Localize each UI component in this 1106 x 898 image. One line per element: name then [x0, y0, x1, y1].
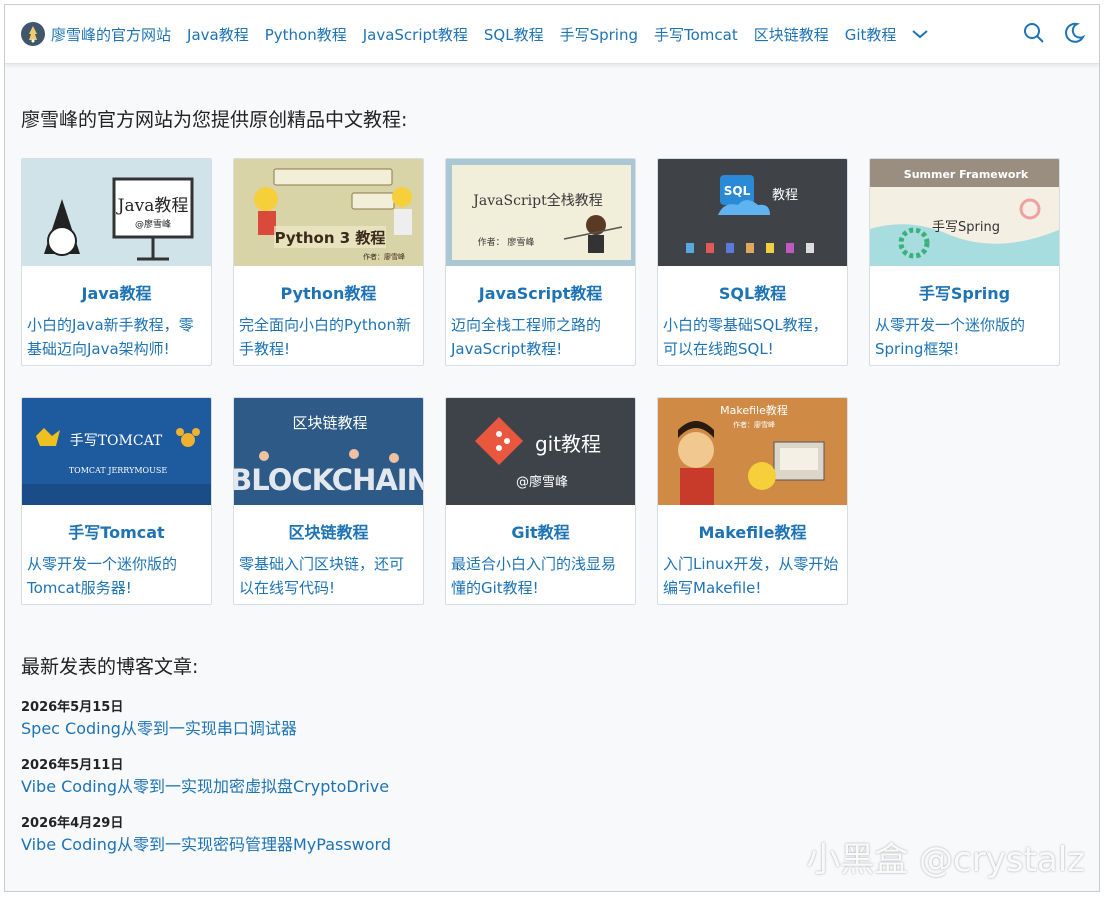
list-item: 2026年5月11日 Vibe Coding从零到一实现加密虚拟盘CryptoD… [21, 757, 391, 799]
spring-image-sub: Summer Framework [904, 168, 1029, 181]
nav-icons [1023, 22, 1086, 44]
intro-heading: 廖雪峰的官方网站为您提供原创精品中文教程: [21, 109, 408, 131]
post-date: 2026年5月11日 [21, 758, 124, 773]
course-image-blockchain: 区块链教程 BLOCKCHAIN [234, 398, 423, 505]
course-card-java[interactable]: Java教程 @廖雪峰 Java教程 小白的Java新手教程，零基础迈向Java… [21, 158, 212, 366]
python-image-title: Python 3 教程 [275, 229, 386, 247]
course-title: SQL教程 [718, 284, 787, 303]
top-navbar: 廖雪峰的官方网站 Java教程 Python教程 JavaScript教程 SQ… [5, 5, 1099, 64]
course-desc: 从零开发一个迷你版的Spring框架! [875, 316, 1026, 358]
course-desc: 零基础入门区块链，还可以在线写代码! [239, 555, 405, 597]
course-title: 手写Spring [918, 284, 1011, 303]
course-card-python[interactable]: Python 3 教程 作者：廖雪峰 Python教程 完全面向小白的Pytho… [233, 158, 424, 366]
course-desc: 迈向全栈工程师之路的JavaScript教程! [451, 316, 602, 358]
course-image-tomcat: 手写TOMCAT TOMCAT JERRYMOUSE [22, 398, 211, 505]
course-desc: 完全面向小白的Python新手教程! [239, 316, 411, 358]
site-logo-icon [21, 22, 45, 46]
blog-posts: 2026年5月15日 Spec Coding从零到一实现串口调试器 2026年5… [21, 699, 391, 873]
search-icon[interactable] [1023, 22, 1045, 44]
course-desc: 从零开发一个迷你版的Tomcat服务器! [27, 555, 178, 597]
chevron-down-icon[interactable] [910, 24, 930, 44]
watermark: 小黑盒 @crystalz [806, 840, 1085, 880]
course-card-sql[interactable]: SQL 教程 SQL教程 小白的零基础SQL教程，可以在线跑SQL! [657, 158, 848, 366]
post-date: 2026年5月15日 [21, 700, 124, 715]
browser-frame: 廖雪峰的官方网站 Java教程 Python教程 JavaScript教程 SQ… [4, 4, 1100, 892]
course-image-sql: SQL 教程 [658, 159, 847, 266]
nav-link-spring[interactable]: 手写Spring [560, 24, 638, 45]
course-image-git: git教程 @廖雪峰 [446, 398, 635, 505]
java-image-sub: @廖雪峰 [135, 218, 171, 230]
course-title: Java教程 [81, 284, 152, 303]
course-card-javascript[interactable]: JavaScript全栈教程 作者： 廖雪峰 JavaScript教程 迈向全栈… [445, 158, 636, 366]
course-image-javascript: JavaScript全栈教程 作者： 廖雪峰 [446, 159, 635, 266]
nav-link-sql[interactable]: SQL教程 [484, 24, 544, 45]
course-card-tomcat[interactable]: 手写TOMCAT TOMCAT JERRYMOUSE 手写Tomcat 从零开发… [21, 397, 212, 605]
course-desc: 入门Linux开发，从零开始编写Makefile! [663, 555, 839, 597]
blog-heading: 最新发表的博客文章: [21, 656, 199, 678]
post-link[interactable]: Spec Coding从零到一实现串口调试器 [21, 717, 391, 741]
spring-image-title: 手写Spring [932, 220, 1000, 235]
course-title: Python教程 [280, 284, 377, 303]
tomcat-image-sub: TOMCAT JERRYMOUSE [69, 466, 168, 475]
blockchain-image-word: BLOCKCHAIN [234, 463, 423, 497]
nav-link-java[interactable]: Java教程 [187, 24, 249, 45]
brand-link[interactable]: 廖雪峰的官方网站 [21, 22, 171, 46]
course-card-spring[interactable]: Summer Framework 手写Spring 手写Spring 从零开发一… [869, 158, 1060, 366]
course-desc: 小白的Java新手教程，零基础迈向Java架构师! [27, 316, 194, 358]
post-link[interactable]: Vibe Coding从零到一实现密码管理器MyPassword [21, 833, 391, 857]
makefile-image-sub: 作者：廖雪峰 [733, 420, 775, 429]
course-title: JavaScript教程 [478, 284, 603, 303]
course-desc: 最适合小白入门的浅显易懂的Git教程! [451, 555, 617, 597]
sql-image-title: 教程 [772, 187, 798, 203]
course-card-blockchain[interactable]: 区块链教程 BLOCKCHAIN 区块链教程 零基础入门区块链，还可以在线写代码… [233, 397, 424, 605]
course-image-makefile: Makefile教程 作者：廖雪峰 [658, 398, 847, 505]
nav-link-javascript[interactable]: JavaScript教程 [363, 24, 468, 45]
course-image-spring: Summer Framework 手写Spring [870, 159, 1059, 266]
git-image-title: git教程 [535, 432, 601, 456]
post-link[interactable]: Vibe Coding从零到一实现加密虚拟盘CryptoDrive [21, 775, 391, 799]
course-card-makefile[interactable]: Makefile教程 作者：廖雪峰 Makefile教程 入门Linux开发，从… [657, 397, 848, 605]
course-title: Makefile教程 [698, 523, 807, 542]
course-card-git[interactable]: git教程 @廖雪峰 Git教程 最适合小白入门的浅显易懂的Git教程! [445, 397, 636, 605]
brand-name: 廖雪峰的官方网站 [51, 25, 172, 44]
post-date: 2026年4月29日 [21, 816, 124, 831]
javascript-image-sub: 作者： 廖雪峰 [478, 236, 535, 248]
java-image-title: Java教程 [116, 196, 189, 216]
nav-links: Java教程 Python教程 JavaScript教程 SQL教程 手写Spr… [187, 24, 930, 45]
course-title: 区块链教程 [288, 523, 369, 542]
list-item: 2026年4月29日 Vibe Coding从零到一实现密码管理器MyPassw… [21, 815, 391, 857]
list-item: 2026年5月15日 Spec Coding从零到一实现串口调试器 [21, 699, 391, 741]
git-image-sub: @廖雪峰 [516, 474, 568, 490]
nav-link-git[interactable]: Git教程 [845, 24, 897, 45]
javascript-image-title: JavaScript全栈教程 [471, 192, 602, 209]
course-image-java: Java教程 @廖雪峰 [22, 159, 211, 266]
nav-link-tomcat[interactable]: 手写Tomcat [654, 24, 738, 45]
moon-icon[interactable] [1063, 22, 1086, 44]
course-title: 手写Tomcat [68, 523, 165, 542]
python-image-sub: 作者：廖雪峰 [363, 252, 405, 261]
nav-link-python[interactable]: Python教程 [265, 24, 347, 45]
course-desc: 小白的零基础SQL教程，可以在线跑SQL! [663, 316, 828, 358]
makefile-image-title: Makefile教程 [720, 404, 788, 417]
course-title: Git教程 [511, 523, 570, 542]
course-cards: Java教程 @廖雪峰 Java教程 小白的Java新手教程，零基础迈向Java… [21, 158, 1071, 608]
nav-link-blockchain[interactable]: 区块链教程 [754, 24, 829, 45]
blockchain-image-title: 区块链教程 [292, 414, 367, 432]
course-image-python: Python 3 教程 作者：廖雪峰 [234, 159, 423, 266]
sql-image-logo: SQL [724, 184, 751, 198]
tomcat-image-title: 手写TOMCAT [70, 433, 163, 449]
